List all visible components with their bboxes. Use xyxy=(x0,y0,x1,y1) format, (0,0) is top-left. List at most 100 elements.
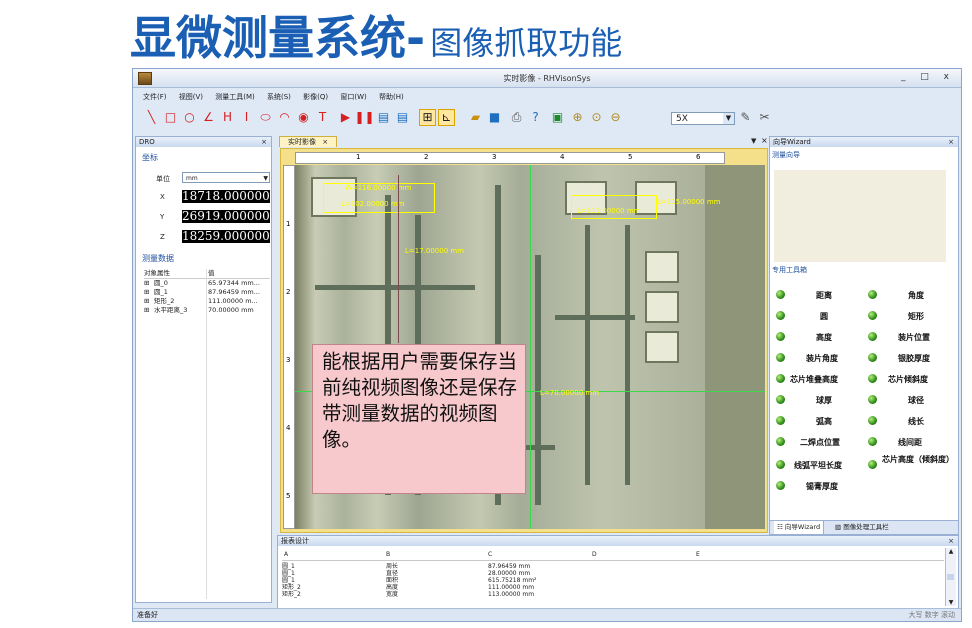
expand-icon[interactable]: ⊞ xyxy=(144,288,149,297)
horizontal-distance-icon[interactable]: H xyxy=(219,109,236,126)
tool-button[interactable]: 球径 xyxy=(908,395,924,406)
close-icon[interactable]: × xyxy=(948,536,954,546)
expand-icon[interactable]: ⊞ xyxy=(144,279,149,288)
tool-bullet-icon xyxy=(776,481,785,490)
tool-bullet-icon xyxy=(776,374,785,383)
table-row[interactable]: 矩形_2 宽度 113.00000 mm xyxy=(282,591,944,598)
scroll-down-icon[interactable]: ▼ xyxy=(946,599,956,606)
expand-icon[interactable]: ⊞ xyxy=(144,297,149,306)
zoom-out-icon[interactable]: ⊖ xyxy=(607,109,624,126)
zoom-in-icon[interactable]: ⊕ xyxy=(569,109,586,126)
tool-button[interactable]: 芯片高度（倾斜度） xyxy=(880,455,956,464)
tool-bullet-icon xyxy=(868,353,877,362)
report-scrollbar[interactable]: ▲ ▼ xyxy=(945,548,956,606)
tool-button[interactable]: 装片位置 xyxy=(898,332,930,343)
close-icon[interactable]: × xyxy=(261,137,267,147)
close-icon[interactable]: × xyxy=(761,136,768,145)
ruler-tick-label: 5 xyxy=(286,492,291,500)
play-icon[interactable]: ▶ xyxy=(337,109,354,126)
tool-button[interactable]: 二焊点位置 xyxy=(800,437,840,448)
window-controls[interactable]: _ □ x xyxy=(901,72,955,82)
chevron-down-icon[interactable]: ▼ xyxy=(263,173,268,184)
unit-select[interactable]: mm ▼ xyxy=(182,172,270,183)
line-icon[interactable]: ╲ xyxy=(143,109,160,126)
zoom-select[interactable]: 5X ▼ xyxy=(671,112,735,125)
close-icon[interactable]: × xyxy=(948,137,954,147)
menu-file[interactable]: 文件(F) xyxy=(143,92,167,102)
table-row[interactable]: ⊞ 圆_0 65.97344 mm... xyxy=(144,279,270,288)
window-titlebar: 实时影像 - RHVisonSys _ □ x xyxy=(133,69,961,88)
tab-image-processing[interactable]: ▧ 图像处理工具栏 xyxy=(832,521,892,534)
table-row[interactable]: ⊞ 圆_1 87.96459 mm... xyxy=(144,288,270,297)
status-text: 准备好 xyxy=(137,611,158,619)
report-cell: 面积 xyxy=(386,577,399,584)
table-row[interactable]: 圆_1 面积 615.75218 mm² xyxy=(282,577,944,584)
measurement-label: L=111.00000 mm xyxy=(577,207,641,215)
tool-button[interactable]: 线间距 xyxy=(898,437,922,448)
table-row[interactable]: 圆_1 直径 28.00000 mm xyxy=(282,570,944,577)
text-icon[interactable]: T xyxy=(314,109,331,126)
expand-icon[interactable]: ⊞ xyxy=(144,306,149,315)
row-name: 矩形_2 xyxy=(154,297,175,305)
table-row[interactable]: 圆_1 周长 87.96459 mm xyxy=(282,563,944,570)
ruler-icon[interactable]: ⊾ xyxy=(438,109,455,126)
tool-button[interactable]: 装片角度 xyxy=(806,353,838,364)
report-panel-header: 报表设计 × xyxy=(278,536,958,546)
vertical-distance-icon[interactable]: I xyxy=(238,109,255,126)
tool-button[interactable]: 芯片堆叠高度 xyxy=(790,374,838,385)
print-icon[interactable]: ⎙ xyxy=(508,109,525,126)
tool-button[interactable]: 球厚 xyxy=(816,395,832,406)
table-row[interactable]: 矩形_2 高度 111.00000 mm xyxy=(282,584,944,591)
scrollbar-thumb[interactable] xyxy=(947,574,954,580)
tool-button[interactable]: 圆 xyxy=(820,311,828,322)
tab-wizard[interactable]: ☷ 向导Wizard xyxy=(774,521,825,534)
circle-icon[interactable]: ○ xyxy=(181,109,198,126)
unit-select-value: mm xyxy=(186,175,198,182)
save-icon[interactable]: ■ xyxy=(486,109,503,126)
tab-live-image[interactable]: 实时影像 × xyxy=(279,136,337,147)
tool-button[interactable]: 矩形 xyxy=(908,311,924,322)
tool-button[interactable]: 高度 xyxy=(816,332,832,343)
scroll-up-icon[interactable]: ▲ xyxy=(946,548,956,555)
report-cell: 高度 xyxy=(386,584,399,591)
menu-view[interactable]: 视图(V) xyxy=(179,92,203,102)
angle-icon[interactable]: ∠ xyxy=(200,109,217,126)
grid-icon[interactable]: ⊞ xyxy=(419,109,436,126)
tool-button[interactable]: 芯片倾斜度 xyxy=(888,374,928,385)
open-folder-icon[interactable]: ▰ xyxy=(467,109,484,126)
menu-help[interactable]: 帮助(H) xyxy=(379,92,404,102)
menu-measure-tools[interactable]: 测量工具(M) xyxy=(215,92,255,102)
rectangle-icon[interactable]: □ xyxy=(162,109,179,126)
save-data-image-icon[interactable]: ▤ xyxy=(394,109,411,126)
save-image-icon[interactable]: ▤ xyxy=(375,109,392,126)
menu-image[interactable]: 影像(Q) xyxy=(303,92,328,102)
wizard-section-title: 测量向导 xyxy=(772,151,800,159)
tools-icon[interactable]: ✂ xyxy=(756,109,773,126)
measurement-label: W=116.00000 mm xyxy=(345,184,412,192)
chip-pad xyxy=(645,251,679,283)
pause-icon[interactable]: ❚❚ xyxy=(354,109,374,126)
help-icon[interactable]: ? xyxy=(527,109,544,126)
table-row[interactable]: ⊞ 矩形_2 111.00000 m... xyxy=(144,297,270,306)
tool-button[interactable]: 线弧平坦长度 xyxy=(794,460,842,471)
tool-button[interactable]: 角度 xyxy=(908,290,924,301)
menu-system[interactable]: 系统(S) xyxy=(267,92,291,102)
chevron-down-icon[interactable]: ▼ xyxy=(751,137,756,145)
wrench-icon[interactable]: ✎ xyxy=(737,109,754,126)
tool-button[interactable]: 线长 xyxy=(908,416,924,427)
table-row[interactable]: ⊞ 水平距离_3 70.00000 mm xyxy=(144,306,270,315)
arc-icon[interactable]: ◠ xyxy=(276,109,293,126)
menu-window[interactable]: 窗口(W) xyxy=(340,92,366,102)
report-cell: 矩形_2 xyxy=(282,591,301,598)
zoom-fit-icon[interactable]: ⊙ xyxy=(588,109,605,126)
point-icon[interactable]: ◉ xyxy=(295,109,312,126)
tool-button[interactable]: 银胶厚度 xyxy=(898,353,930,364)
tool-button[interactable]: 弧高 xyxy=(816,416,832,427)
excel-icon[interactable]: ▣ xyxy=(549,109,566,126)
ellipse-icon[interactable]: ⬭ xyxy=(257,109,274,126)
tool-button[interactable]: 锡膏厚度 xyxy=(806,481,838,492)
chevron-down-icon[interactable]: ▼ xyxy=(723,113,734,124)
app-window: 实时影像 - RHVisonSys _ □ x 文件(F) 视图(V) 测量工具… xyxy=(132,68,962,622)
close-icon[interactable]: × xyxy=(322,138,328,146)
tool-button[interactable]: 距离 xyxy=(816,290,832,301)
